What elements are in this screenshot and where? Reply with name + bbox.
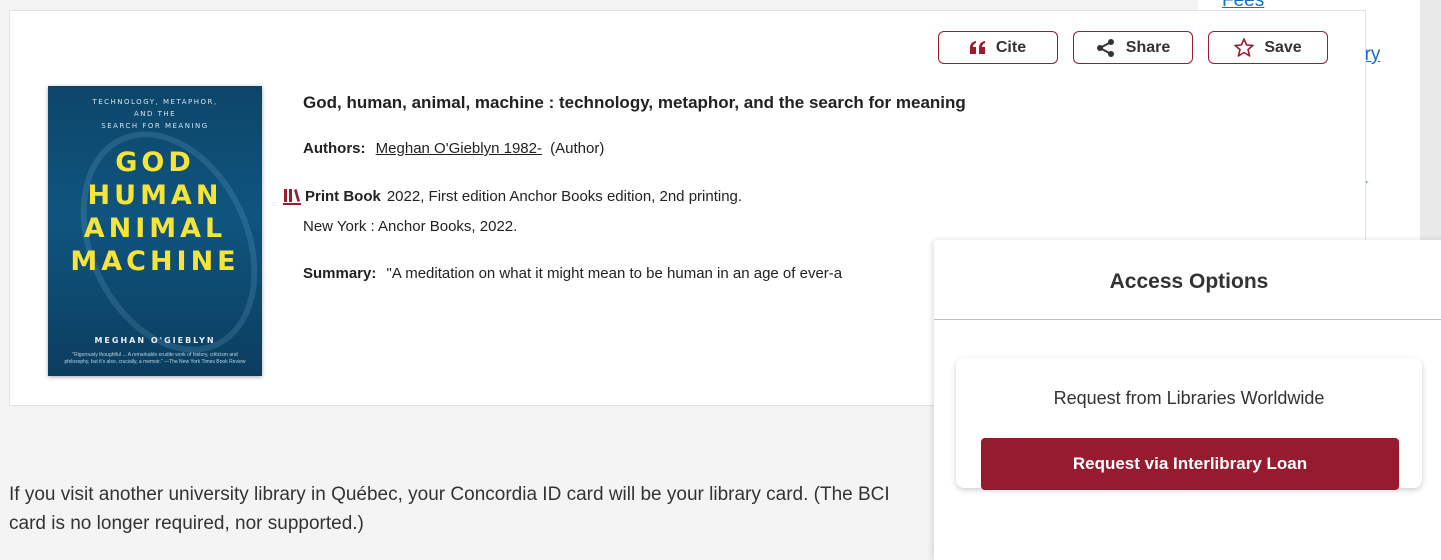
cover-subtitle-line: TECHNOLOGY, METAPHOR, — [92, 98, 218, 106]
quote-icon — [969, 40, 986, 55]
cover-title-line: MACHINE — [70, 246, 240, 277]
cover-subtitle-line: AND THE — [133, 110, 177, 118]
access-divider — [934, 319, 1441, 320]
share-icon — [1096, 38, 1116, 58]
cite-label: Cite — [995, 38, 1027, 56]
share-button[interactable]: Share — [1073, 31, 1193, 64]
summary-text: "A meditation on what it might mean to b… — [386, 265, 843, 282]
library-card-info: If you visit another university library … — [9, 484, 890, 534]
authors-row: Authors: Meghan O'Gieblyn 1982- (Author) — [303, 140, 604, 157]
authors-label: Authors: — [303, 140, 366, 157]
format-row: Print Book 2022, First edition Anchor Bo… — [283, 187, 742, 205]
edition-text: 2022, First edition Anchor Books edition… — [386, 187, 743, 205]
access-option-label: Request from Libraries Worldwide — [1053, 388, 1325, 408]
cite-button[interactable]: Cite — [938, 31, 1058, 64]
cover-subtitle: TECHNOLOGY, METAPHOR, AND THE SEARCH FOR… — [48, 96, 262, 132]
access-options-panel: Access Options Request from Libraries Wo… — [934, 240, 1441, 560]
share-label: Share — [1125, 38, 1171, 56]
cover-author: MEGHAN O'GIEBLYN — [94, 336, 216, 345]
cover-title-line: GOD — [115, 147, 195, 178]
request-interlibrary-loan-button[interactable]: Request via Interlibrary Loan — [981, 438, 1399, 490]
print-book-icon — [283, 187, 303, 205]
cover-title-line: ANIMAL — [83, 213, 227, 244]
summary-label: Summary: — [303, 265, 377, 282]
cover-subtitle-line: SEARCH FOR MEANING — [101, 122, 209, 130]
cover-title: GOD HUMAN ANIMAL MACHINE — [48, 146, 262, 278]
author-role: (Author) — [550, 140, 605, 157]
access-option-card: Request from Libraries Worldwide Request… — [956, 358, 1422, 490]
author-link[interactable]: Meghan O'Gieblyn 1982- — [376, 140, 542, 157]
cover-quote: "Rigorously thoughtful ... A remarkable … — [64, 352, 246, 365]
book-cover[interactable]: TECHNOLOGY, METAPHOR, AND THE SEARCH FOR… — [48, 86, 262, 376]
save-label: Save — [1264, 38, 1302, 56]
format-name: Print Book — [305, 187, 381, 205]
access-options-title: Access Options — [1109, 270, 1269, 293]
summary-row: Summary: "A meditation on what it might … — [303, 265, 933, 282]
save-button[interactable]: Save — [1208, 31, 1328, 64]
star-icon — [1234, 38, 1255, 57]
publisher-text: New York : Anchor Books, 2022. — [303, 218, 518, 235]
cover-title-line: HUMAN — [87, 180, 223, 211]
record-title[interactable]: God, human, animal, machine : technology… — [303, 93, 966, 113]
